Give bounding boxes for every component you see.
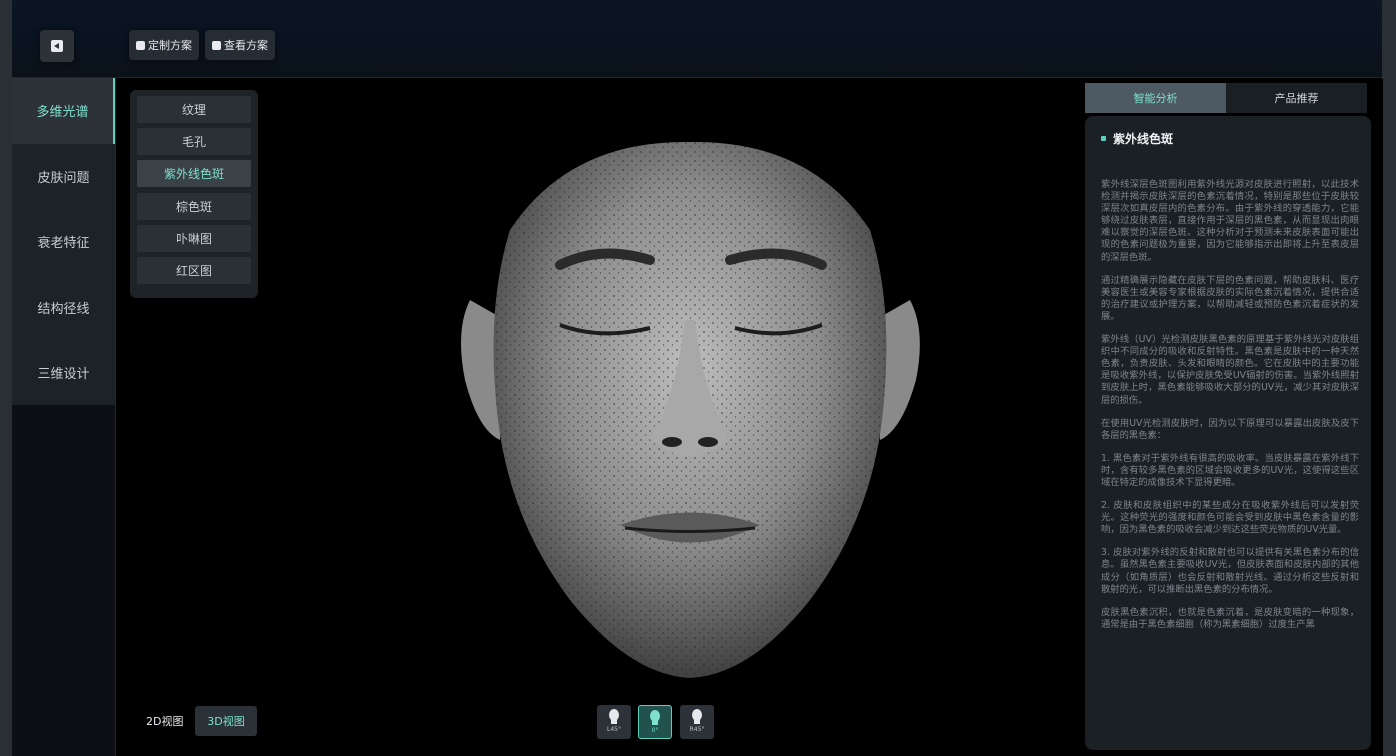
sidebar: 多维光谱 皮肤问题 衰老特征 结构径线 三维设计 (12, 78, 115, 405)
analysis-title: 紫外线色斑 (1113, 132, 1174, 146)
head-icon (609, 709, 619, 724)
view-plan-button[interactable]: 查看方案 (205, 30, 275, 60)
analysis-paragraph: 1. 黑色素对于紫外线有很高的吸收率。当皮肤暴露在紫外线下时，含有较多黑色素的区… (1101, 452, 1359, 488)
analysis-paragraph: 紫外线（UV）光检测皮肤黑色素的原理基于紫外线光对皮肤组织中不同成分的吸收和反射… (1101, 334, 1359, 406)
sidebar-item-label: 多维光谱 (36, 105, 89, 121)
face-3d-model[interactable] (450, 140, 930, 680)
analysis-heading: 紫外线色斑 (1101, 130, 1359, 147)
right-gutter (1382, 0, 1396, 756)
analysis-paragraph: 3. 皮肤对紫外线的反射和散射也可以提供有关黑色素分布的信息。虽然黑色素主要吸收… (1101, 547, 1359, 595)
tab-label: 产品推荐 (1274, 92, 1319, 105)
analysis-paragraph: 皮肤黑色素沉积，也就是色素沉着，是皮肤变暗的一种现象，通常是由于黑色素细胞（称为… (1101, 606, 1359, 630)
analysis-paragraph: 在使用UV光检测皮肤时，因为以下原理可以暴露出皮肤及皮下各层的黑色素： (1101, 417, 1359, 441)
layer-label: 紫外线色斑 (163, 167, 224, 182)
angle-label: 0° (651, 727, 659, 734)
edit-icon (136, 40, 145, 50)
layer-uv-spots[interactable]: 紫外线色斑 (137, 160, 251, 188)
tab-product-recommendation[interactable]: 产品推荐 (1226, 83, 1367, 113)
sidebar-item-label: 衰老特征 (37, 236, 90, 252)
analysis-paragraph: 2. 皮肤和皮肤组织中的某些成分在吸收紫外线后可以发射荧光。这种荧光的强度和颜色… (1101, 500, 1359, 536)
view-plan-label: 查看方案 (224, 39, 268, 52)
layer-label: 红区图 (175, 263, 212, 278)
sidebar-item-label: 皮肤问题 (37, 170, 90, 186)
analysis-panel[interactable]: 紫外线色斑 紫外线深层色斑图利用紫外线光源对皮肤进行照射，以此技术检测并揭示皮肤… (1085, 116, 1371, 750)
sidebar-item-3d-design[interactable]: 三维设计 (12, 340, 115, 406)
sidebar-item-label: 三维设计 (37, 367, 90, 383)
custom-plan-button[interactable]: 定制方案 (129, 30, 199, 60)
back-icon (51, 40, 63, 52)
angle-front-button[interactable]: 0° (638, 705, 672, 739)
sidebar-item-aging[interactable]: 衰老特征 (12, 209, 115, 275)
head-icon (692, 709, 702, 724)
layer-brown-spots[interactable]: 棕色斑 (137, 192, 251, 220)
left-gutter (0, 0, 12, 756)
analysis-paragraph: 通过精确展示隐藏在皮肤下层的色素问题，帮助皮肤科、医疗美容医生或美容专家根据皮肤… (1101, 274, 1359, 322)
back-button[interactable] (40, 30, 74, 62)
sidebar-empty-area (12, 405, 115, 756)
layer-label: 棕色斑 (175, 199, 212, 214)
view-3d-button[interactable]: 3D视图 (195, 706, 257, 736)
layer-label: 纹理 (181, 103, 206, 117)
layer-label: 毛孔 (181, 135, 206, 150)
sidebar-item-multispectral[interactable]: 多维光谱 (12, 78, 115, 144)
analysis-body: 紫外线深层色斑图利用紫外线光源对皮肤进行照射，以此技术检测并揭示皮肤深层的色素沉… (1101, 179, 1359, 631)
layer-red-area[interactable]: 红区图 (137, 256, 251, 284)
view-2d-button[interactable]: 2D视图 (146, 713, 183, 729)
right-tabs: 智能分析 产品推荐 (1085, 83, 1367, 113)
bullet-icon (1101, 136, 1106, 141)
sidebar-item-skin-issues[interactable]: 皮肤问题 (12, 144, 115, 210)
angle-right-45-button[interactable]: R45° (680, 705, 714, 739)
face-model-image (461, 141, 920, 678)
layer-panel: 纹理 毛孔 紫外线色斑 棕色斑 卟啉图 红区图 (130, 90, 258, 298)
layer-texture[interactable]: 纹理 (137, 96, 251, 123)
layer-label: 卟啉图 (175, 231, 212, 246)
custom-plan-label: 定制方案 (148, 39, 192, 52)
sidebar-item-label: 结构径线 (37, 301, 90, 317)
layer-pores[interactable]: 毛孔 (137, 128, 251, 156)
view-icon (212, 40, 221, 50)
view-3d-label: 3D视图 (207, 715, 245, 728)
tab-label: 智能分析 (1133, 92, 1178, 105)
angle-label: L45° (607, 726, 621, 733)
analysis-paragraph: 紫外线深层色斑图利用紫外线光源对皮肤进行照射，以此技术检测并揭示皮肤深层的色素沉… (1101, 179, 1359, 263)
top-bar: 定制方案 查看方案 (12, 0, 1382, 78)
tab-smart-analysis[interactable]: 智能分析 (1085, 83, 1226, 113)
angle-label: R45° (689, 726, 705, 733)
head-icon (650, 710, 660, 725)
layer-porphyrin[interactable]: 卟啉图 (137, 224, 251, 252)
sidebar-item-structure[interactable]: 结构径线 (12, 275, 115, 341)
angle-left-45-button[interactable]: L45° (597, 705, 631, 739)
